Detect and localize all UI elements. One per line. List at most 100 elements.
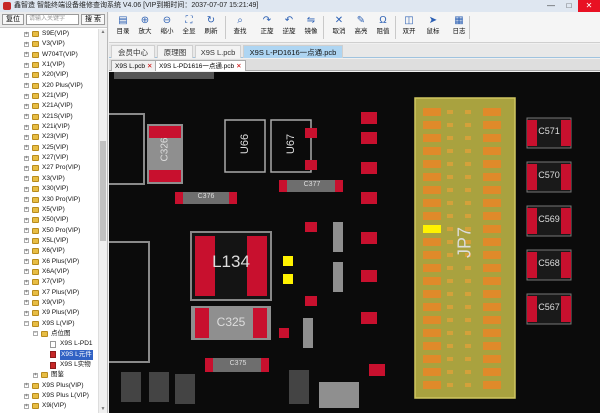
close-tab-icon[interactable]: ✕ — [236, 63, 241, 70]
tree-item[interactable]: + X6 Plus(VIP) — [0, 257, 98, 267]
toolbar-button-refresh[interactable]: ↻ 刷新 — [201, 14, 221, 41]
expand-icon[interactable]: + — [24, 103, 29, 109]
expand-icon[interactable]: + — [24, 290, 29, 296]
toolbar-button-highlight[interactable]: ✎ 高亮 — [351, 14, 371, 41]
close-tab-icon[interactable]: ✕ — [147, 63, 152, 70]
expand-icon[interactable]: + — [24, 310, 29, 316]
maximize-button[interactable]: □ — [560, 0, 578, 12]
search-button[interactable]: 搜 索 — [81, 14, 105, 25]
expand-icon[interactable]: + — [24, 52, 29, 58]
expand-icon[interactable]: + — [24, 31, 29, 37]
tree-item[interactable]: + X20 Plus(VIP) — [0, 81, 98, 91]
minimize-button[interactable]: — — [542, 0, 560, 12]
document-tab[interactable]: X9S L.pcb ✕ — [111, 60, 157, 71]
pcb-canvas[interactable]: L134 C326 C325 U66 U67 C376 C377 C375 JP… — [109, 72, 600, 413]
expand-icon[interactable]: + — [24, 155, 29, 161]
toolbar-button-zoom-out[interactable]: ⊖ 缩小 — [157, 14, 177, 41]
tree-item[interactable]: + X7 Plus(VIP) — [0, 288, 98, 298]
expand-icon[interactable]: + — [24, 41, 29, 47]
expand-icon[interactable]: + — [24, 217, 29, 223]
tree-item[interactable]: + X9(VIP) — [0, 298, 98, 308]
tree-item[interactable]: + X9S Plus L(VIP) — [0, 391, 98, 401]
expand-icon[interactable]: + — [24, 145, 29, 151]
tree-item[interactable]: + X6A(VIP) — [0, 267, 98, 277]
expand-icon[interactable]: + — [24, 114, 29, 120]
toolbar-button-resistance[interactable]: Ω 阻值 — [373, 14, 393, 41]
expand-icon[interactable]: + — [24, 269, 29, 275]
tree-item[interactable]: + X5(VIP) — [0, 205, 98, 215]
expand-icon[interactable]: + — [24, 72, 29, 78]
tree-item[interactable]: + X20(VIP) — [0, 70, 98, 80]
tree-item[interactable]: + X21S(VIP) — [0, 112, 98, 122]
tree-item[interactable]: − 点位图 — [0, 329, 98, 339]
toolbar-button-rotate-cw[interactable]: ↷ 正旋 — [257, 14, 277, 41]
expand-icon[interactable]: + — [24, 300, 29, 306]
search-input[interactable]: 请输入关键字 — [26, 14, 80, 25]
collapse-icon[interactable]: − — [33, 331, 38, 337]
tab-2[interactable]: 原理图 — [157, 45, 193, 58]
expand-icon[interactable]: + — [24, 259, 29, 265]
collapse-icon[interactable]: − — [24, 321, 29, 327]
tree-item[interactable]: − X9S L(VIP) — [0, 319, 98, 329]
tab-3[interactable]: X9S L.pcb — [195, 45, 241, 58]
toolbar-button-mouse[interactable]: ➤ 鼠标 — [423, 14, 443, 41]
tree-item[interactable]: + X1(VIP) — [0, 60, 98, 70]
expand-icon[interactable]: + — [24, 62, 29, 68]
tree-item[interactable]: + X5L(VIP) — [0, 236, 98, 246]
tree-item[interactable]: + S9E(VIP) — [0, 29, 98, 39]
expand-icon[interactable]: + — [33, 372, 38, 378]
tree-item[interactable]: + X9S Plus(VIP) — [0, 381, 98, 391]
tree-item[interactable]: + 图鉴 — [0, 370, 98, 380]
expand-icon[interactable]: + — [24, 186, 29, 192]
tree-item[interactable]: + X30(VIP) — [0, 184, 98, 194]
toolbar-button-find[interactable]: ⌕ 查找 — [230, 14, 250, 41]
scroll-down-icon[interactable]: ▼ — [100, 406, 106, 413]
document-tab[interactable]: X9S L-PD1616一点通.pcb ✕ — [155, 60, 246, 71]
toolbar-button-catalog[interactable]: ▤ 目录 — [113, 14, 133, 41]
toolbar-button-mirror[interactable]: ⇋ 镜像 — [301, 14, 321, 41]
expand-icon[interactable]: + — [24, 93, 29, 99]
toolbar-button-cancel[interactable]: ✕ 取消 — [329, 14, 349, 41]
tree-item[interactable]: + V3(VIP) — [0, 39, 98, 49]
expand-icon[interactable]: + — [24, 197, 29, 202]
expand-icon[interactable]: + — [24, 279, 29, 285]
tree-item[interactable]: + X6(VIP) — [0, 246, 98, 256]
restore-button[interactable]: 复位 — [2, 14, 24, 25]
toolbar-button-log[interactable]: ▦ 日志 — [449, 14, 469, 41]
tree-item[interactable]: + X50 Pro(VIP) — [0, 226, 98, 236]
tab-4[interactable]: X9S L-PD1616一点通.pcb — [243, 45, 343, 58]
tab-1[interactable]: 会员中心 — [111, 45, 155, 58]
toolbar-button-rotate-ccw[interactable]: ↶ 逆旋 — [279, 14, 299, 41]
toolbar-button-zoom-in[interactable]: ⊕ 放大 — [135, 14, 155, 41]
toolbar-button-dual-open[interactable]: ◫ 双开 — [399, 14, 419, 41]
expand-icon[interactable]: + — [24, 124, 29, 130]
tree-item[interactable]: + X27 Pro(VIP) — [0, 163, 98, 173]
tree-item[interactable]: + X21A(VIP) — [0, 101, 98, 111]
expand-icon[interactable]: + — [24, 248, 29, 254]
tree-item[interactable]: X9S L-PD1 — [0, 339, 98, 349]
tree-item[interactable]: + X23(VIP) — [0, 132, 98, 142]
tree-item[interactable]: + X7(VIP) — [0, 277, 98, 287]
toolbar-button-fit-all[interactable]: ⛶ 全显 — [179, 14, 199, 41]
tree-item[interactable]: + X9 Plus(VIP) — [0, 308, 98, 318]
expand-icon[interactable]: + — [24, 134, 29, 140]
expand-icon[interactable]: + — [24, 176, 29, 182]
expand-icon[interactable]: + — [24, 228, 29, 234]
tree-item[interactable]: + X3(VIP) — [0, 174, 98, 184]
expand-icon[interactable]: + — [24, 238, 29, 244]
expand-icon[interactable]: + — [24, 403, 29, 409]
tree-item[interactable]: X9S L实物 — [0, 360, 98, 370]
expand-icon[interactable]: + — [24, 383, 29, 389]
tree-item[interactable]: + X9i(VIP) — [0, 401, 98, 411]
tree-item[interactable]: + W704T(VIP) — [0, 50, 98, 60]
tree-item[interactable]: X9S L元件 — [0, 349, 98, 360]
expand-icon[interactable]: + — [24, 393, 29, 399]
tree-item[interactable]: + X50(VIP) — [0, 215, 98, 225]
expand-icon[interactable]: + — [24, 207, 29, 213]
tree-item[interactable]: + X25(VIP) — [0, 143, 98, 153]
tree-scrollbar[interactable]: ▲ ▼ — [98, 29, 107, 413]
tree-item[interactable]: + X30 Pro(VIP) — [0, 195, 98, 205]
expand-icon[interactable]: + — [24, 165, 29, 171]
tree-item[interactable]: + X21(VIP) — [0, 91, 98, 101]
expand-icon[interactable]: + — [24, 83, 29, 89]
